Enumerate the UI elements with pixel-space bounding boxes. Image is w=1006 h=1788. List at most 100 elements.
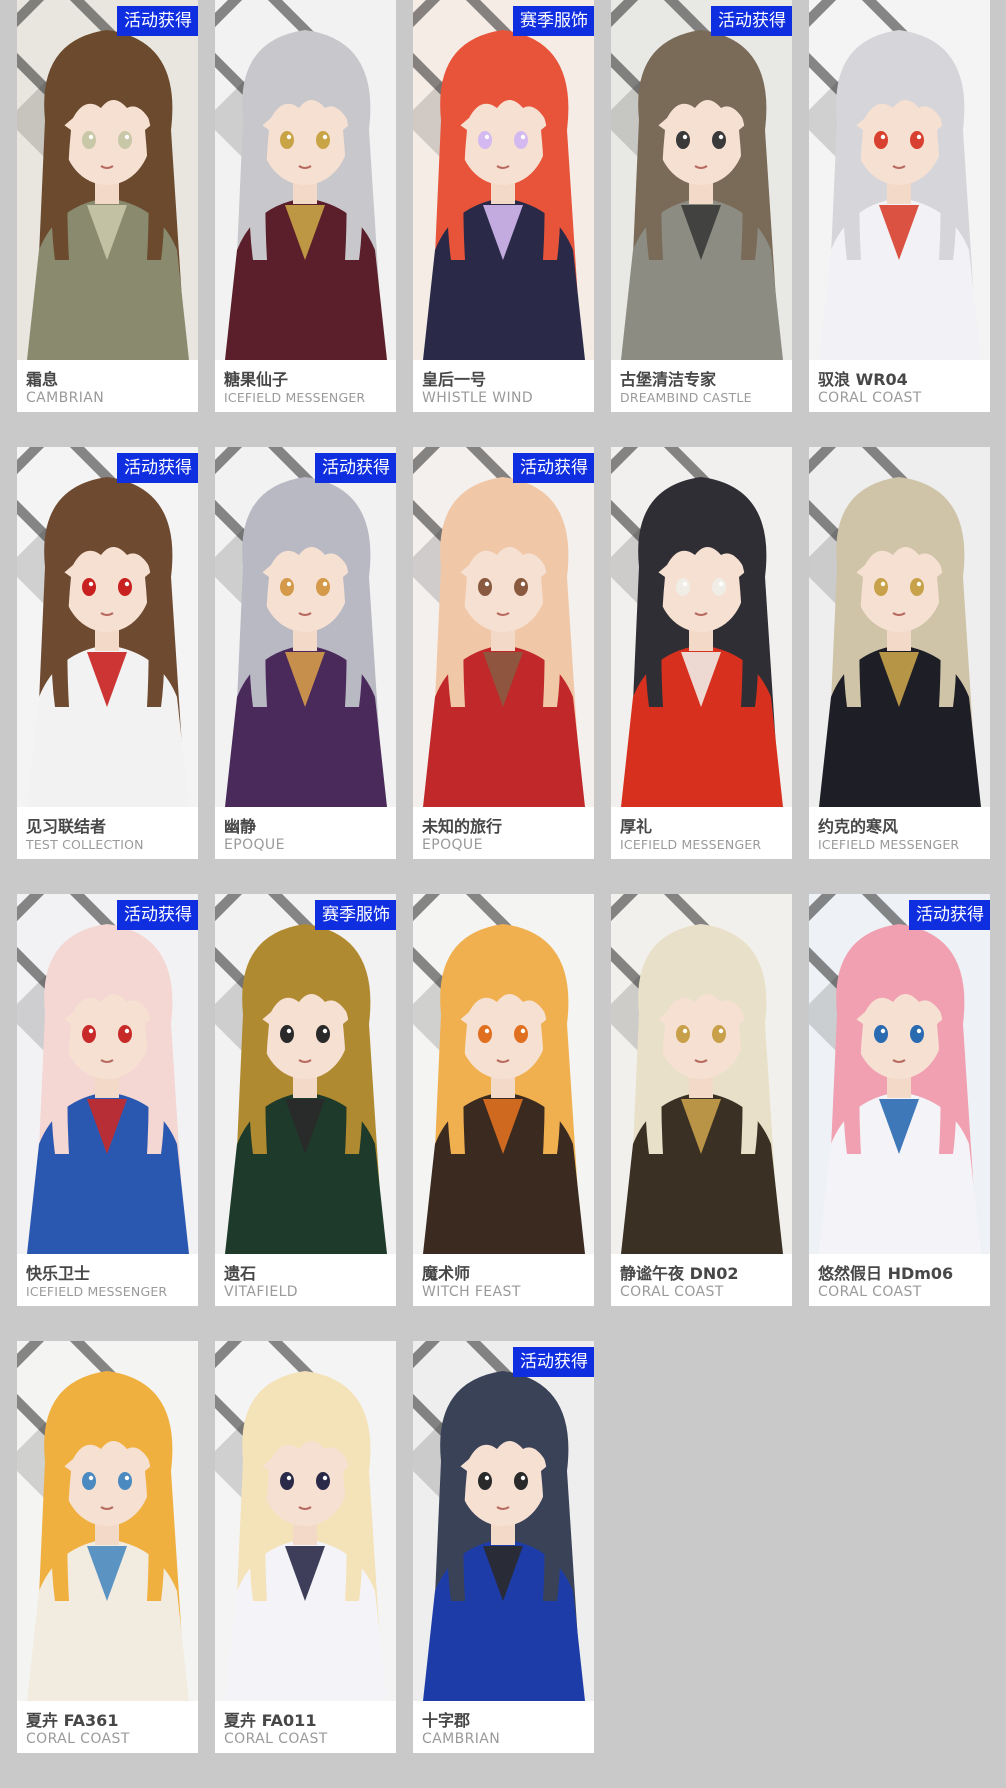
skin-series: CAMBRIAN (26, 390, 105, 406)
skin-card-2[interactable]: 糖果仙子 ICEFIELD MESSENGER (215, 0, 396, 412)
skin-artwork (413, 0, 594, 360)
skin-artwork (215, 0, 396, 360)
skin-name: 夏卉 FA361 (26, 1711, 119, 1730)
skin-card-9[interactable]: 厚礼 ICEFIELD MESSENGER (611, 447, 792, 859)
skin-card-5[interactable]: 驭浪 WR04 CORAL COAST (809, 0, 990, 412)
skin-series: TEST COLLECTION (26, 837, 144, 852)
skin-card-10[interactable]: 约克的寒风 ICEFIELD MESSENGER (809, 447, 990, 859)
skin-art-frame (809, 447, 990, 807)
skin-card-1[interactable]: 活动获得霜息 CAMBRIAN (17, 0, 198, 412)
skin-name: 约克的寒风 (818, 817, 899, 836)
skin-artwork (611, 0, 792, 360)
skin-card-6[interactable]: 活动获得见习联结者 TEST COLLECTION (17, 447, 198, 859)
skin-caption: 厚礼 ICEFIELD MESSENGER (611, 807, 792, 859)
skin-art-frame (611, 894, 792, 1254)
skin-card-7[interactable]: 活动获得 幽静 EPOQUE (215, 447, 396, 859)
skin-name: 幽静 (224, 817, 257, 836)
skin-name: 快乐卫士 (26, 1264, 91, 1283)
skin-artwork (17, 447, 198, 807)
acquisition-badge: 活动获得 (711, 6, 792, 36)
skin-caption: 见习联结者 TEST COLLECTION (17, 807, 198, 859)
skin-card-15[interactable]: 活动获得悠然假日 HDm06 CORAL COAST (809, 894, 990, 1306)
skin-art-frame (611, 447, 792, 807)
skin-card-17[interactable]: 夏卉 FA011 CORAL COAST (215, 1341, 396, 1753)
skin-artwork (611, 894, 792, 1254)
acquisition-badge: 活动获得 (117, 900, 198, 930)
skin-name: 驭浪 WR04 (818, 370, 908, 389)
skin-card-4[interactable]: 活动获得古堡清洁专家 DREAMBIND CASTLE (611, 0, 792, 412)
skin-art-frame (17, 894, 198, 1254)
skin-series: ICEFIELD MESSENGER (620, 837, 762, 852)
skin-series: CORAL COAST (818, 1284, 922, 1300)
acquisition-badge: 活动获得 (513, 453, 594, 483)
skin-caption: 古堡清洁专家 DREAMBIND CASTLE (611, 360, 792, 412)
skin-art-frame (809, 894, 990, 1254)
skin-caption: 夏卉 FA361 CORAL COAST (17, 1701, 198, 1753)
acquisition-badge: 活动获得 (513, 1347, 594, 1377)
skin-name: 古堡清洁专家 (620, 370, 717, 389)
skin-series: CORAL COAST (26, 1731, 130, 1747)
skin-series: EPOQUE (224, 837, 285, 853)
skin-series: CAMBRIAN (422, 1731, 501, 1747)
skin-name: 未知的旅行 (422, 817, 503, 836)
skin-card-18[interactable]: 活动获得十字郡 CAMBRIAN (413, 1341, 594, 1753)
skin-name: 霜息 (26, 370, 59, 389)
skin-artwork (17, 1341, 198, 1701)
skin-art-frame (413, 1341, 594, 1701)
skin-series: WHISTLE WIND (422, 390, 534, 406)
skin-caption: 十字郡 CAMBRIAN (413, 1701, 594, 1753)
skin-art-frame (413, 0, 594, 360)
skin-art-frame (413, 894, 594, 1254)
skin-card-3[interactable]: 赛季服饰皇后一号 WHISTLE WIND (413, 0, 594, 412)
skin-art-frame (17, 0, 198, 360)
acquisition-badge: 活动获得 (117, 453, 198, 483)
skin-artwork (809, 0, 990, 360)
skin-artwork (611, 447, 792, 807)
skin-card-13[interactable]: 魔术师 WITCH FEAST (413, 894, 594, 1306)
skin-caption: 霜息 CAMBRIAN (17, 360, 198, 412)
skin-name: 皇后一号 (422, 370, 487, 389)
skin-art-frame (215, 0, 396, 360)
skin-caption: 悠然假日 HDm06 CORAL COAST (809, 1254, 990, 1306)
skin-artwork (215, 447, 396, 807)
skin-name: 悠然假日 HDm06 (818, 1264, 954, 1283)
skin-caption: 约克的寒风 ICEFIELD MESSENGER (809, 807, 990, 859)
skin-card-16[interactable]: 夏卉 FA361 CORAL COAST (17, 1341, 198, 1753)
skin-caption: 魔术师 WITCH FEAST (413, 1254, 594, 1306)
skin-card-11[interactable]: 活动获得快乐卫士 ICEFIELD MESSENGER (17, 894, 198, 1306)
skin-series: ICEFIELD MESSENGER (818, 837, 960, 852)
skin-series: CORAL COAST (818, 390, 922, 406)
skin-artwork (413, 447, 594, 807)
skin-name: 遗石 (224, 1264, 257, 1283)
skin-name: 静谧午夜 DN02 (620, 1264, 739, 1283)
skin-card-8[interactable]: 活动获得 未知的旅行 EPOQUE (413, 447, 594, 859)
skin-caption: 皇后一号 WHISTLE WIND (413, 360, 594, 412)
skin-art-frame (17, 1341, 198, 1701)
skin-caption: 糖果仙子 ICEFIELD MESSENGER (215, 360, 396, 412)
skin-art-frame (809, 0, 990, 360)
skin-card-14[interactable]: 静谧午夜 DN02 CORAL COAST (611, 894, 792, 1306)
skin-name: 夏卉 FA011 (224, 1711, 317, 1730)
skin-caption: 静谧午夜 DN02 CORAL COAST (611, 1254, 792, 1306)
skin-name: 见习联结者 (26, 817, 107, 836)
skin-artwork (413, 894, 594, 1254)
skin-series: CORAL COAST (620, 1284, 724, 1300)
skin-series: WITCH FEAST (422, 1284, 521, 1300)
skin-card-12[interactable]: 赛季服饰 遗石 VITAFIELD (215, 894, 396, 1306)
skin-art-frame (215, 1341, 396, 1701)
skin-artwork (215, 1341, 396, 1701)
skin-series: DREAMBIND CASTLE (620, 390, 752, 405)
acquisition-badge: 活动获得 (909, 900, 990, 930)
skin-art-frame (215, 447, 396, 807)
skin-artwork (809, 447, 990, 807)
skin-name: 十字郡 (422, 1711, 471, 1730)
skin-series: ICEFIELD MESSENGER (26, 1284, 168, 1299)
skin-artwork (809, 894, 990, 1254)
skin-caption: 夏卉 FA011 CORAL COAST (215, 1701, 396, 1753)
skin-caption: 遗石 VITAFIELD (215, 1254, 396, 1306)
skin-art-frame (17, 447, 198, 807)
skin-artwork (17, 894, 198, 1254)
acquisition-badge: 活动获得 (117, 6, 198, 36)
skin-caption: 幽静 EPOQUE (215, 807, 396, 859)
acquisition-badge: 赛季服饰 (513, 6, 594, 36)
